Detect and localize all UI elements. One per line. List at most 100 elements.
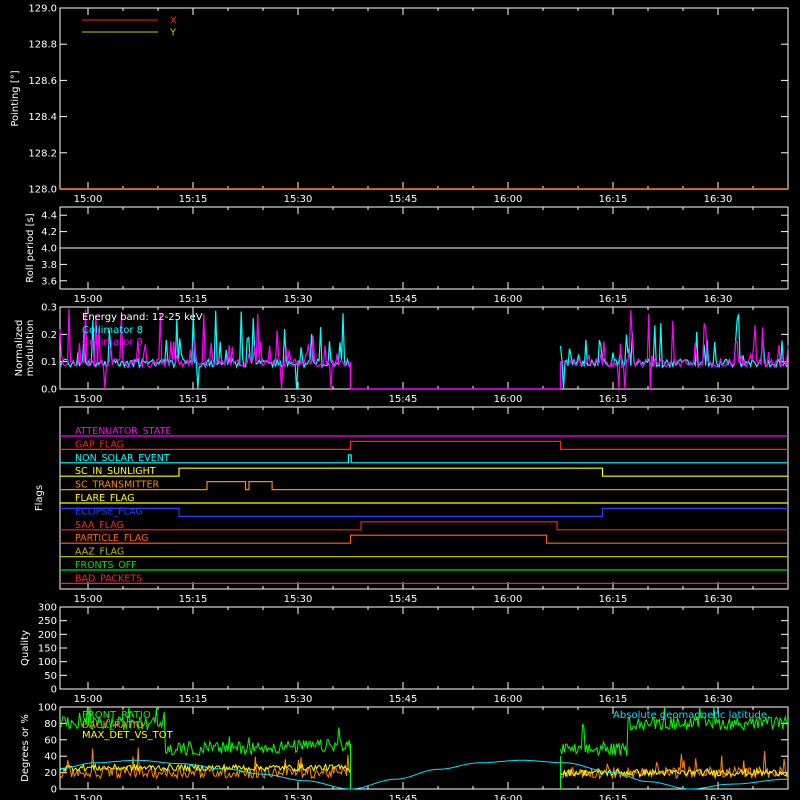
bottom-ytick-label: 60: [44, 735, 57, 746]
flag-label: SC_IN_SUNLIGHT: [75, 466, 156, 477]
flag-label: ECLIPSE_FLAG: [75, 506, 143, 517]
bottom-ytick-label: 40: [44, 752, 57, 763]
bottom-ytick-label: 20: [44, 768, 57, 779]
pointing-legend-label: X: [170, 16, 177, 27]
modulation-legend-label: Collimator 8: [82, 325, 143, 336]
flags-xtick-label: 15:45: [389, 594, 418, 605]
bottom-latitude-label: Absolute geomagnetic latitude: [613, 710, 767, 721]
pointing-xtick-label: 15:45: [389, 194, 418, 205]
pointing-xtick-label: 16:00: [494, 194, 523, 205]
modulation-series-collimator-9: [559, 310, 789, 390]
bottom-series-back-ratio: [560, 750, 789, 780]
flag-label: SAA_FLAG: [75, 520, 124, 531]
bottom-xtick-label: 16:15: [599, 794, 628, 800]
quality-ytick-label: 100: [38, 657, 57, 668]
bottom-ytick-label: 100: [38, 703, 57, 714]
pointing-xtick-label: 15:15: [179, 194, 208, 205]
flags-xtick-label: 15:30: [284, 594, 313, 605]
axes-layer: [59, 7, 789, 790]
pointing-xtick-label: 15:00: [74, 194, 103, 205]
flag-label: FLARE_FLAG: [75, 493, 135, 504]
quality-frame: [59, 606, 789, 690]
flag-label: PARTICLE_FLAG: [75, 533, 148, 544]
bottom-xtick-label: 15:30: [284, 794, 313, 800]
flag-label: ATTENUATOR_STATE: [75, 426, 171, 437]
quality-ytick-label: 50: [44, 671, 57, 682]
pointing-ytick-label: 128.0: [28, 185, 57, 196]
quality-xtick-label: 16:30: [704, 694, 733, 705]
quality-xtick-label: 15:15: [179, 694, 208, 705]
flag-line-eclipse_flag: [60, 507, 788, 517]
flag-label: GAP_FLAG: [75, 439, 124, 450]
roll-ytick-label: 3.6: [41, 276, 57, 287]
pointing-legend-label: Y: [169, 28, 177, 39]
flags-xtick-label: 15:00: [74, 594, 103, 605]
modulation-xtick-label: 15:45: [389, 394, 418, 405]
bottom-ylabel: Degrees or %: [20, 714, 31, 782]
roll-ylabel: Roll period [s]: [25, 213, 36, 282]
modulation-ytick-label: 0.2: [41, 330, 57, 341]
flag-line-sc_in_sunlight: [60, 467, 788, 477]
pointing-ylabel: Pointing [°]: [10, 70, 21, 126]
roll-xtick-label: 16:30: [704, 294, 733, 305]
chart-canvas: 15:00 15:15 15:30 15:45 16:00 16:15 16:30 128.0…: [10, 4, 789, 800]
quality-ytick-label: 0: [51, 685, 57, 696]
quality-ylabel: Quality: [20, 630, 31, 666]
modulation-xtick-label: 16:00: [494, 394, 523, 405]
roll-xtick-label: 15:00: [74, 294, 103, 305]
quality-ytick-label: 250: [38, 616, 57, 627]
roll-ytick-label: 4.2: [41, 227, 57, 238]
bottom-xtick-label: 15:45: [389, 794, 418, 800]
bottom-series-max-det: [560, 767, 789, 778]
roll-ytick-label: 4.4: [41, 211, 57, 222]
flag-line-saa_flag: [60, 521, 788, 531]
bottom-xtick-label: 15:00: [74, 794, 103, 800]
bottom-xtick-label: 15:15: [179, 794, 208, 800]
flags-xtick-label: 16:15: [599, 594, 628, 605]
pointing-ytick-label: 128.2: [28, 148, 57, 159]
flags-xtick-label: 16:00: [494, 594, 523, 605]
quality-xtick-label: 16:15: [599, 694, 628, 705]
flag-label: NON_SOLAR_EVENT: [75, 453, 170, 464]
pointing-xtick-label: 16:15: [599, 194, 628, 205]
roll-xtick-label: 15:45: [389, 294, 418, 305]
roll-xtick-label: 16:00: [494, 294, 523, 305]
quality-ytick-label: 300: [38, 603, 57, 614]
modulation-ylabel-2: modulation: [25, 320, 36, 377]
flags-xtick-label: 16:30: [704, 594, 733, 605]
bottom-ytick-label: 0: [51, 785, 57, 796]
flag-label: BAD_PACKETS: [75, 573, 142, 584]
flag-line-gap_flag: [60, 440, 788, 450]
pointing-ytick-label: 128.6: [28, 76, 57, 87]
modulation-xtick-label: 15:15: [179, 394, 208, 405]
quality-ytick-label: 150: [38, 644, 57, 655]
flag-label: AAZ_FLAG: [75, 547, 124, 558]
data-layer: [59, 19, 789, 790]
bottom-ytick-label: 80: [44, 719, 57, 730]
bottom-xtick-label: 16:30: [704, 794, 733, 800]
roll-xtick-label: 16:15: [599, 294, 628, 305]
pointing-xtick-label: 15:30: [284, 194, 313, 205]
quality-xtick-label: 15:30: [284, 694, 313, 705]
flag-line-particle_flag: [60, 534, 788, 544]
modulation-xtick-label: 16:30: [704, 394, 733, 405]
text-layer: 15:00 15:15 15:30 15:45 16:00 16:15 16:30 128.0…: [10, 4, 767, 800]
modulation-ylabel-1: Normalized: [14, 320, 25, 377]
modulation-ytick-label: 0.1: [41, 357, 57, 368]
flags-xtick-label: 15:15: [179, 594, 208, 605]
roll-xtick-label: 15:30: [284, 294, 313, 305]
pointing-ytick-label: 128.4: [28, 112, 57, 123]
flags-ylabel: Flags: [34, 485, 45, 511]
flag-line-sc_transmitter: [60, 481, 788, 491]
quality-ytick-label: 200: [38, 630, 57, 641]
roll-ytick-label: 3.8: [41, 260, 57, 271]
quality-xtick-label: 16:00: [494, 694, 523, 705]
roll-xtick-label: 15:15: [179, 294, 208, 305]
quality-xtick-label: 15:00: [74, 694, 103, 705]
modulation-xtick-label: 16:15: [599, 394, 628, 405]
modulation-xtick-label: 15:00: [74, 394, 103, 405]
flag-label: SC_TRANSMITTER: [75, 480, 160, 491]
modulation-energy-band: Energy band: 12-25 keV: [82, 312, 203, 323]
pointing-xtick-label: 16:30: [704, 194, 733, 205]
modulation-xtick-label: 15:30: [284, 394, 313, 405]
